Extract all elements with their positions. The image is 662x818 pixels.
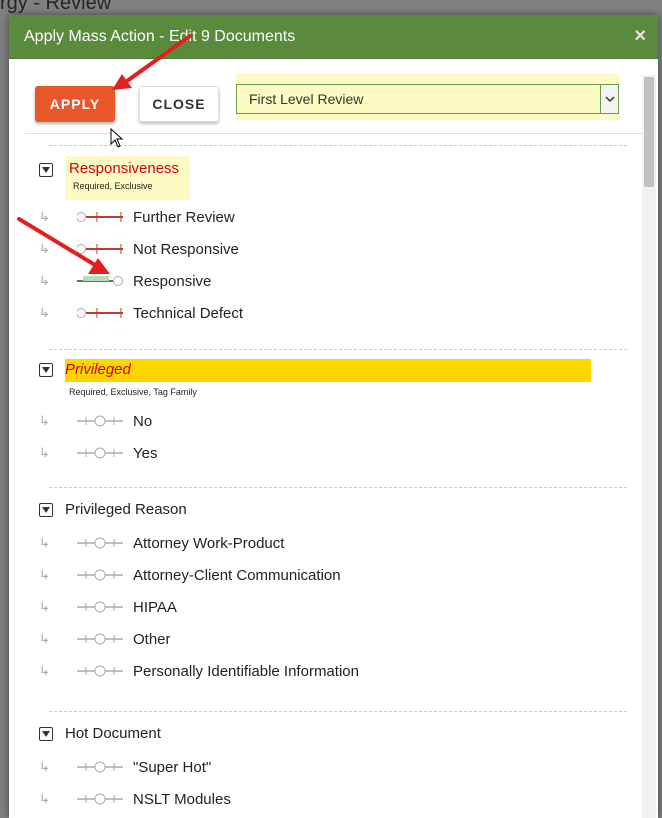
field-title: Responsiveness <box>69 160 180 177</box>
chevron-down-icon[interactable] <box>600 85 618 113</box>
field-header: Privileged Reason <box>39 499 187 518</box>
field-header: Responsiveness Required, Exclusive <box>39 156 190 200</box>
section-divider <box>49 711 627 712</box>
review-layout-select-highlight: First Level Review <box>236 74 619 120</box>
option-other[interactable]: ↳ Other <box>39 627 171 651</box>
option-technical-defect[interactable]: ↳ Technical Defect <box>39 301 243 325</box>
option-label: Further Review <box>133 208 235 226</box>
option-label: NSLT Modules <box>133 790 231 808</box>
tag-switch-neutral[interactable] <box>77 600 123 614</box>
tag-switch-neutral[interactable] <box>77 664 123 678</box>
option-label: Personally Identifiable Information <box>133 662 359 680</box>
option-label: Responsive <box>133 272 212 290</box>
field-label-box: Hot Document <box>65 723 161 742</box>
child-arrow-icon: ↳ <box>39 567 50 582</box>
field-label-box: Privileged Reason <box>65 499 187 518</box>
field-header: Privileged Required, Exclusive, Tag Fami… <box>39 359 591 397</box>
option-attorney-work-product[interactable]: ↳ Attorney Work-Product <box>39 531 284 555</box>
collapse-toggle-icon[interactable] <box>39 503 53 517</box>
child-arrow-icon: ↳ <box>39 631 50 646</box>
child-arrow-icon: ↳ <box>39 445 50 460</box>
close-icon[interactable]: × <box>634 26 646 46</box>
field-subtitle: Required, Exclusive <box>73 181 153 191</box>
option-hipaa[interactable]: ↳ HIPAA <box>39 595 177 619</box>
collapse-toggle-icon[interactable] <box>39 163 53 177</box>
dialog-header: Apply Mass Action - Edit 9 Documents <box>9 15 658 59</box>
option-label: Attorney Work-Product <box>133 534 285 552</box>
field-hot-document: Hot Document ↳ "Super Hot" ↳ NSLT Module… <box>39 711 627 818</box>
mouse-cursor-icon <box>110 128 124 148</box>
option-super-hot[interactable]: ↳ "Super Hot" <box>39 755 211 779</box>
annotation-arrow-icon <box>112 34 192 90</box>
tag-switch-neutral[interactable] <box>77 446 123 460</box>
option-label: No <box>133 412 153 430</box>
collapse-toggle-icon[interactable] <box>39 727 53 741</box>
child-arrow-icon: ↳ <box>39 599 50 614</box>
child-arrow-icon: ↳ <box>39 413 50 428</box>
field-subtitle: Required, Exclusive, Tag Family <box>69 387 197 397</box>
annotation-arrow-icon <box>17 217 110 274</box>
field-title-highlight: Privileged <box>65 359 591 382</box>
option-label: Attorney-Client Communication <box>133 566 341 584</box>
option-pii[interactable]: ↳ Personally Identifiable Information <box>39 659 359 683</box>
section-divider <box>49 487 627 488</box>
option-label: "Super Hot" <box>133 758 212 776</box>
field-privileged: Privileged Required, Exclusive, Tag Fami… <box>39 347 627 487</box>
review-layout-select[interactable]: First Level Review <box>236 84 619 114</box>
child-arrow-icon: ↳ <box>39 791 50 806</box>
field-title: Hot Document <box>65 725 161 742</box>
option-nslt-modules[interactable]: ↳ NSLT Modules <box>39 787 231 811</box>
tag-switch-off[interactable] <box>77 306 123 320</box>
section-divider <box>49 349 627 350</box>
option-label: Other <box>133 630 171 648</box>
collapse-toggle-icon[interactable] <box>39 363 53 377</box>
field-title: Privileged <box>65 361 131 378</box>
child-arrow-icon: ↳ <box>39 663 50 678</box>
dialog-scrollbar[interactable] <box>642 75 656 818</box>
child-arrow-icon: ↳ <box>39 305 50 320</box>
field-label-box: Responsiveness Required, Exclusive <box>65 156 190 200</box>
tag-switch-neutral[interactable] <box>77 568 123 582</box>
option-yes[interactable]: ↳ Yes <box>39 441 157 465</box>
mass-action-dialog: Apply Mass Action - Edit 9 Documents × A… <box>9 15 658 818</box>
tag-switch-neutral[interactable] <box>77 632 123 646</box>
field-label-box: Privileged Required, Exclusive, Tag Fami… <box>65 359 591 397</box>
section-divider <box>49 145 627 146</box>
child-arrow-icon: ↳ <box>39 759 50 774</box>
option-label: Technical Defect <box>133 304 244 322</box>
child-arrow-icon: ↳ <box>39 535 50 550</box>
field-privileged-reason: Privileged Reason ↳ Attorney Work-Produc… <box>39 487 627 711</box>
option-label: HIPAA <box>133 598 177 616</box>
option-label: Not Responsive <box>133 240 239 258</box>
field-header: Hot Document <box>39 723 161 742</box>
apply-button[interactable]: APPLY <box>35 86 115 122</box>
field-title: Privileged Reason <box>65 501 187 518</box>
option-no[interactable]: ↳ No <box>39 409 152 433</box>
review-layout-select-value: First Level Review <box>249 91 364 107</box>
tag-switch-neutral[interactable] <box>77 536 123 550</box>
tag-switch-neutral[interactable] <box>77 792 123 806</box>
option-attorney-client-communication[interactable]: ↳ Attorney-Client Communication <box>39 563 341 587</box>
tag-switch-neutral[interactable] <box>77 760 123 774</box>
field-responsiveness: Responsiveness Required, Exclusive ↳ Fur… <box>39 135 627 347</box>
scrollbar-thumb[interactable] <box>644 77 654 187</box>
option-label: Yes <box>133 444 158 462</box>
tag-switch-neutral[interactable] <box>77 414 123 428</box>
